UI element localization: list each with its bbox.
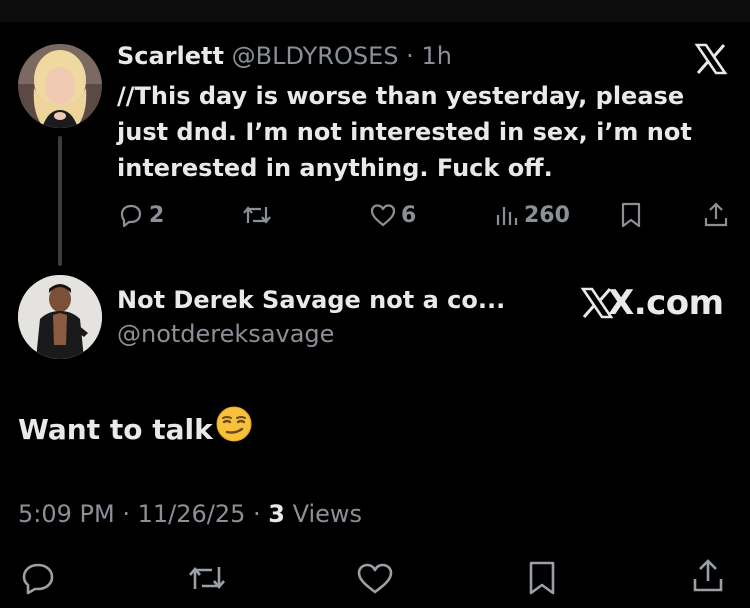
bookmark-icon — [621, 202, 641, 228]
reply-icon — [22, 563, 54, 595]
like-icon — [357, 563, 393, 594]
views-button[interactable]: 260 — [494, 198, 570, 232]
bottom-reply-button[interactable] — [20, 561, 56, 595]
tweet-meta: 5:09 PM · 11/26/25 · 3 Views — [18, 498, 362, 530]
bottom-share-button[interactable] — [690, 559, 726, 593]
bookmark-icon — [529, 561, 555, 595]
tweet-time[interactable]: 1h — [421, 42, 451, 70]
separator-dot: · — [406, 42, 414, 70]
smirking-face-icon — [215, 405, 253, 454]
avatar-notdereksavage[interactable] — [18, 275, 102, 359]
retweet-icon — [189, 566, 225, 590]
x-com-label: X.com — [580, 281, 724, 325]
user-handle[interactable]: @BLDYROSES — [232, 42, 399, 70]
tweet-text: //This day is worse than yesterday, plea… — [117, 82, 692, 182]
bottom-retweet-button[interactable] — [187, 561, 227, 595]
bottom-like-button[interactable] — [356, 561, 394, 595]
view-count: 260 — [524, 202, 570, 228]
views-icon — [496, 207, 518, 225]
share-icon — [693, 559, 723, 592]
views-count[interactable]: 3 — [268, 500, 285, 528]
tweet-header: Scarlett @BLDYROSES · 1h — [117, 40, 452, 72]
like-button[interactable]: 6 — [369, 198, 416, 232]
top-bar — [0, 0, 750, 22]
views-label: Views — [284, 500, 363, 528]
reply-text-content: Want to talk — [18, 412, 213, 446]
avatar-scarlett[interactable] — [18, 44, 102, 128]
like-icon — [370, 204, 396, 227]
x-logo-icon — [694, 42, 728, 76]
display-name[interactable]: Scarlett — [117, 42, 224, 70]
like-count: 6 — [401, 202, 417, 228]
thread-connector-line — [58, 136, 62, 266]
share-button[interactable] — [702, 198, 730, 232]
x-com-text: X.com — [608, 283, 724, 323]
reply-display-name[interactable]: Not Derek Savage not a co... — [117, 284, 505, 316]
reply-count: 2 — [149, 202, 165, 228]
reply-icon — [120, 204, 142, 228]
bottom-bookmark-button[interactable] — [527, 561, 557, 595]
share-icon — [704, 202, 728, 227]
bookmark-button[interactable] — [619, 198, 643, 232]
timestamp[interactable]: 5:09 PM · 11/26/25 · — [18, 500, 268, 528]
retweet-icon — [243, 206, 271, 224]
reply-tweet-text: Want to talk — [18, 405, 253, 454]
retweet-button[interactable] — [241, 198, 273, 232]
reply-user-handle[interactable]: @notdereksavage — [117, 318, 334, 350]
reply-button[interactable]: 2 — [117, 198, 164, 232]
